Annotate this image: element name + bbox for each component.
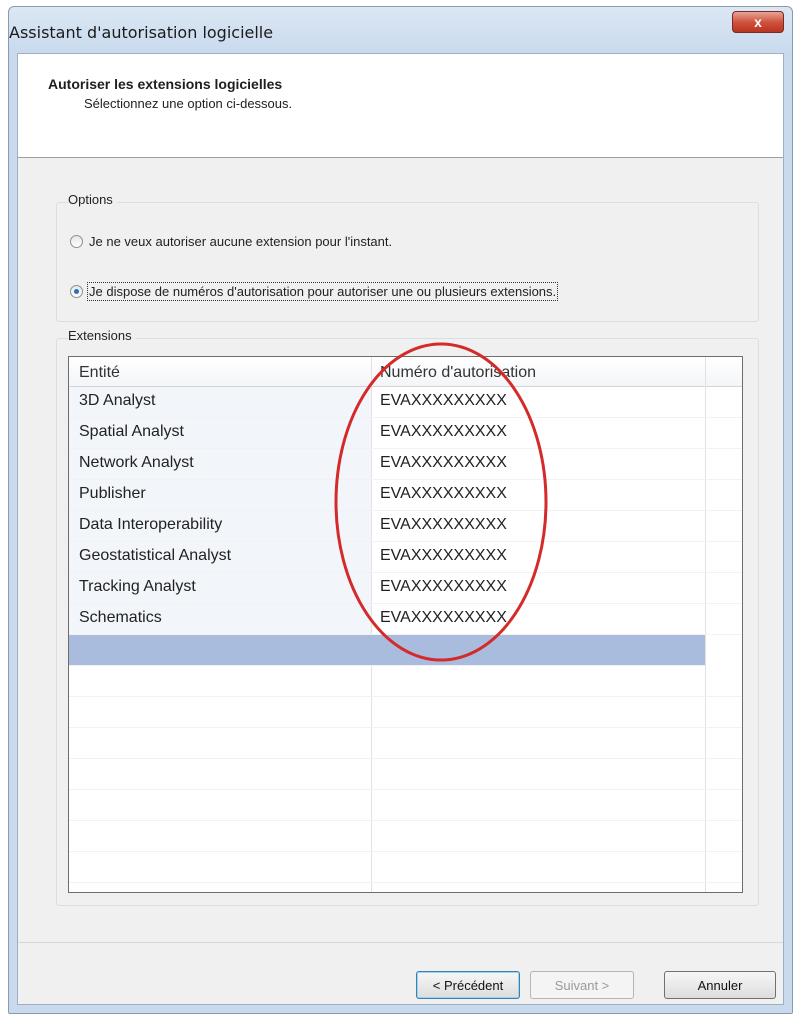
table-row[interactable]: Data Interoperability EVAXXXXXXXXX — [69, 511, 742, 542]
wizard-header: Autoriser les extensions logicielles Sél… — [18, 54, 783, 158]
empty-row — [69, 666, 742, 697]
cell-entity: 3D Analyst — [79, 392, 156, 409]
empty-row — [69, 852, 742, 883]
cell-entity: Geostatistical Analyst — [79, 547, 232, 564]
radio-no-extension[interactable]: Je ne veux autoriser aucune extension po… — [70, 234, 392, 249]
grid-header: Entité Numéro d'autorisation — [69, 357, 742, 387]
empty-row — [69, 759, 742, 790]
cell-entity: Data Interoperability — [79, 516, 223, 533]
cell-entity: Network Analyst — [79, 454, 194, 471]
column-header-entity[interactable]: Entité — [79, 364, 120, 382]
cell-authorization-code[interactable]: EVAXXXXXXXXX — [380, 485, 507, 503]
cell-entity: Schematics — [79, 609, 162, 626]
table-row[interactable]: Network Analyst EVAXXXXXXXXX — [69, 449, 742, 480]
table-row[interactable]: Geostatistical Analyst EVAXXXXXXXXX — [69, 542, 742, 573]
cell-authorization-code[interactable]: EVAXXXXXXXXX — [380, 423, 507, 441]
cell-entity: Spatial Analyst — [79, 423, 184, 440]
new-entry-row[interactable] — [69, 635, 705, 666]
empty-row — [69, 821, 742, 852]
empty-row — [69, 697, 742, 728]
cell-entity: Tracking Analyst — [79, 578, 196, 595]
radio-have-numbers[interactable]: Je dispose de numéros d'autorisation pou… — [70, 282, 559, 301]
cell-authorization-code[interactable]: EVAXXXXXXXXX — [380, 454, 507, 472]
extensions-group-label: Extensions — [68, 328, 136, 343]
empty-row — [69, 728, 742, 759]
table-row[interactable]: Tracking Analyst EVAXXXXXXXXX — [69, 573, 742, 604]
footer-separator — [18, 942, 783, 943]
cancel-button[interactable]: Annuler — [664, 971, 776, 999]
radio-no-extension-label: Je ne veux autoriser aucune extension po… — [89, 234, 393, 249]
cell-authorization-code[interactable]: EVAXXXXXXXXX — [380, 609, 507, 627]
page-title: Autoriser les extensions logicielles — [48, 76, 283, 92]
options-group-label: Options — [68, 192, 117, 207]
wizard-window: Assistant d'autorisation logicielle x Au… — [8, 6, 793, 1014]
radio-button-unchecked[interactable] — [70, 235, 83, 248]
cell-entity: Publisher — [79, 485, 146, 502]
cell-authorization-code[interactable]: EVAXXXXXXXXX — [380, 516, 507, 534]
table-row[interactable]: 3D Analyst EVAXXXXXXXXX — [69, 387, 742, 418]
options-group — [56, 202, 759, 322]
empty-row — [69, 790, 742, 821]
close-icon: x — [754, 14, 762, 30]
close-button[interactable]: x — [732, 11, 784, 33]
table-row[interactable]: Spatial Analyst EVAXXXXXXXXX — [69, 418, 742, 449]
title-bar: Assistant d'autorisation logicielle x — [9, 7, 792, 53]
window-title: Assistant d'autorisation logicielle — [9, 23, 274, 42]
next-button[interactable]: Suivant > — [530, 971, 634, 999]
cell-authorization-code[interactable]: EVAXXXXXXXXX — [380, 547, 507, 565]
page-subtitle: Sélectionnez une option ci-dessous. — [84, 96, 293, 111]
column-header-code[interactable]: Numéro d'autorisation — [380, 364, 536, 382]
extensions-grid[interactable]: Entité Numéro d'autorisation 3D Analyst E… — [68, 356, 743, 893]
table-row[interactable]: Publisher EVAXXXXXXXXX — [69, 480, 742, 511]
cell-authorization-code[interactable]: EVAXXXXXXXXX — [380, 578, 507, 596]
table-row[interactable]: Schematics EVAXXXXXXXXX — [69, 604, 742, 635]
radio-have-numbers-label: Je dispose de numéros d'autorisation pou… — [86, 282, 559, 301]
radio-button-checked[interactable] — [70, 285, 83, 298]
previous-button[interactable]: < Précédent — [416, 971, 520, 999]
cell-authorization-code[interactable]: EVAXXXXXXXXX — [380, 392, 507, 410]
